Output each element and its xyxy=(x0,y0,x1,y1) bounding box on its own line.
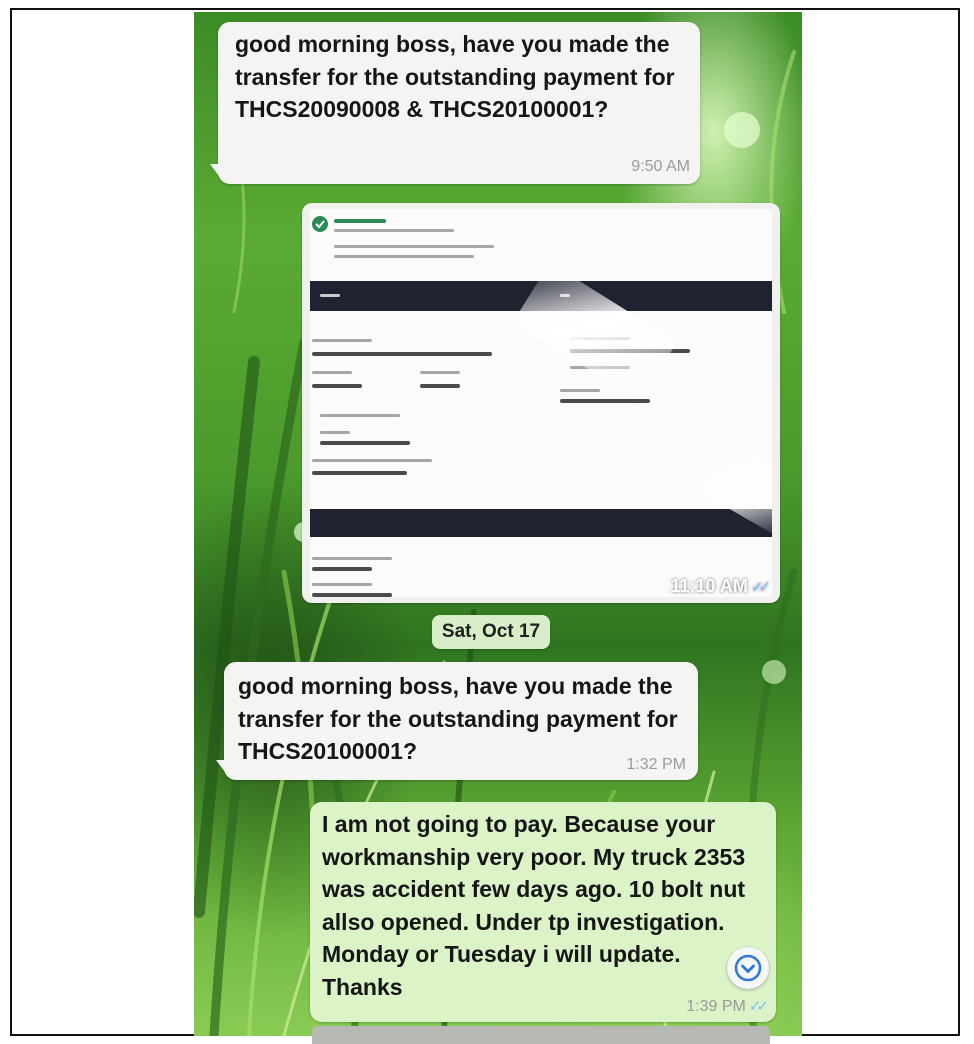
double-check-icon: ✓✓ xyxy=(748,998,769,1015)
message-text: good morning boss, have you made the tra… xyxy=(235,31,675,122)
message-timestamp: 9:50 AM xyxy=(631,158,690,175)
chevron-down-circle-icon xyxy=(734,954,762,982)
message-bubble-outgoing[interactable]: I am not going to pay. Because your work… xyxy=(310,802,776,1022)
bubble-tail xyxy=(216,760,228,776)
bubble-tail xyxy=(210,164,222,180)
message-text: I am not going to pay. Because your work… xyxy=(322,811,746,1000)
image-message-bubble[interactable]: 11:10 AM ✓✓ xyxy=(302,203,780,603)
bank-receipt-image[interactable] xyxy=(310,209,772,597)
success-check-icon xyxy=(312,216,328,232)
message-timestamp: 1:39 PM ✓✓ xyxy=(686,998,769,1015)
message-text: good morning boss, have you made the tra… xyxy=(238,673,678,764)
next-message-edge xyxy=(312,1026,770,1044)
date-separator: Sat, Oct 17 xyxy=(432,615,550,649)
message-bubble-incoming[interactable]: good morning boss, have you made the tra… xyxy=(224,662,698,780)
message-bubble-incoming[interactable]: good morning boss, have you made the tra… xyxy=(218,22,700,184)
image-timestamp: 11:10 AM ✓✓ xyxy=(670,576,771,596)
scroll-to-bottom-button[interactable] xyxy=(727,947,769,989)
double-check-icon: ✓✓ xyxy=(750,579,771,596)
message-timestamp: 1:32 PM xyxy=(626,756,686,773)
